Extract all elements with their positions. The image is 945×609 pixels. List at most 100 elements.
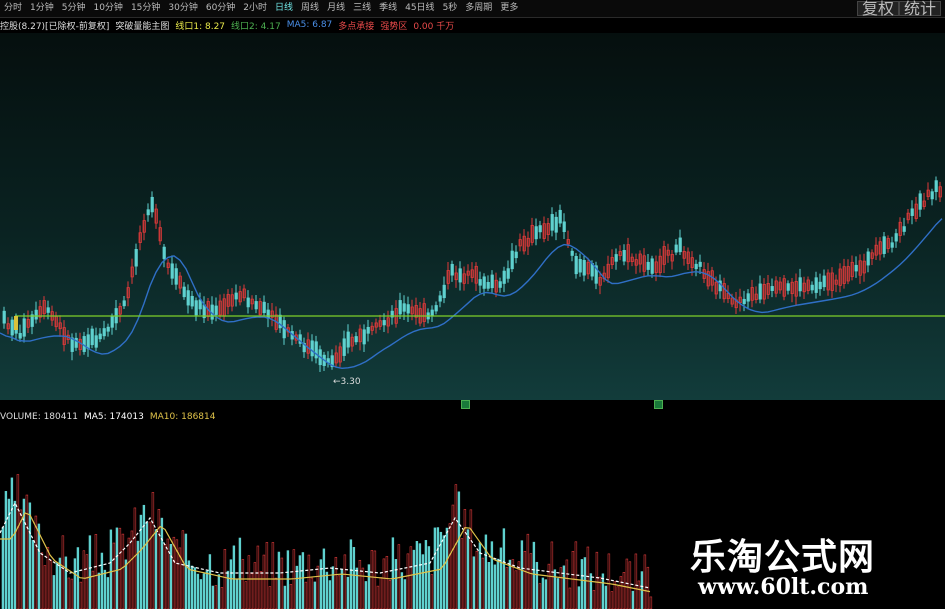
price-chart-panel[interactable] bbox=[0, 33, 945, 400]
line1-value: 线口1: 8.27 bbox=[175, 21, 226, 32]
toolbar-button[interactable]: 统计 bbox=[898, 1, 941, 17]
volume-bar bbox=[418, 543, 422, 609]
price-chart[interactable] bbox=[0, 33, 945, 400]
candle-body bbox=[46, 307, 50, 313]
volume-bar bbox=[235, 578, 239, 609]
volume-bar bbox=[358, 559, 362, 609]
period-tab[interactable]: 45日线 bbox=[401, 0, 438, 17]
period-tab[interactable]: 月线 bbox=[323, 0, 349, 17]
candle-body bbox=[234, 292, 238, 300]
volume-bar bbox=[382, 558, 386, 609]
volume-bar bbox=[52, 575, 56, 609]
volume-bar bbox=[577, 586, 581, 609]
period-tab[interactable]: 季线 bbox=[375, 0, 401, 17]
candle-body bbox=[106, 326, 110, 332]
period-tab[interactable]: 30分钟 bbox=[164, 0, 201, 17]
candle-body bbox=[398, 300, 402, 315]
volume-bar bbox=[205, 570, 209, 609]
volume-bar bbox=[97, 572, 101, 609]
candle-body bbox=[254, 301, 258, 310]
volume-bar bbox=[4, 491, 8, 609]
indicator-info-bar: 控股(8.27)[已除权-前复权] 突破量能主图 线口1: 8.27 线口2: … bbox=[0, 18, 945, 32]
period-tab[interactable]: 1分钟 bbox=[26, 0, 58, 17]
candle-body bbox=[174, 268, 178, 285]
candle-body bbox=[910, 208, 914, 216]
volume-bar bbox=[484, 534, 488, 609]
volume-bar bbox=[136, 540, 140, 609]
candle-body bbox=[190, 295, 194, 307]
volume-bar bbox=[298, 555, 302, 609]
candle-body bbox=[818, 281, 822, 290]
period-tab[interactable]: 更多 bbox=[496, 0, 522, 17]
volume-bar bbox=[445, 527, 449, 609]
period-tab[interactable]: 10分钟 bbox=[89, 0, 126, 17]
candle-body bbox=[502, 270, 506, 284]
volume-bar bbox=[526, 533, 530, 609]
candle-body bbox=[90, 328, 94, 346]
candle-body bbox=[582, 259, 586, 276]
volume-bar bbox=[241, 559, 245, 609]
volume-bar bbox=[43, 565, 47, 609]
volume-bar bbox=[217, 574, 221, 609]
volume-bar bbox=[145, 521, 149, 609]
volume-bar bbox=[514, 570, 518, 609]
volume-bar bbox=[520, 540, 524, 609]
volume-bar bbox=[412, 549, 416, 609]
volume-bar bbox=[157, 508, 161, 609]
candle-body bbox=[498, 281, 502, 288]
watermark-title: 乐淘公式网 bbox=[690, 536, 876, 578]
volume-bar bbox=[259, 571, 263, 609]
volume-bar bbox=[334, 556, 338, 609]
volume-bar bbox=[325, 571, 329, 609]
volume-bar bbox=[427, 546, 431, 609]
period-tab[interactable]: 2小时 bbox=[239, 0, 271, 17]
volume-bar bbox=[592, 590, 596, 609]
period-tab[interactable]: 多周期 bbox=[461, 0, 496, 17]
volume-bar bbox=[400, 572, 404, 609]
candle-body bbox=[478, 279, 482, 286]
signal-marker[interactable] bbox=[461, 400, 470, 409]
volume-bar bbox=[553, 569, 557, 609]
volume-bar bbox=[70, 578, 74, 609]
volume-bar bbox=[496, 558, 500, 609]
volume-bar bbox=[202, 573, 206, 609]
stock-name[interactable]: 控股(8.27)[已除权-前复权] bbox=[0, 19, 109, 32]
candle-body bbox=[22, 318, 26, 337]
volume-bar bbox=[130, 530, 134, 609]
volume-bar bbox=[541, 577, 545, 609]
indicator-name[interactable]: 突破量能主图 bbox=[115, 19, 169, 32]
volume-bar bbox=[85, 554, 89, 609]
period-tab[interactable]: 60分钟 bbox=[202, 0, 239, 17]
candle-body bbox=[434, 305, 438, 312]
volume-bar bbox=[448, 523, 452, 609]
period-tab[interactable]: 分时 bbox=[0, 0, 26, 17]
volume-bar bbox=[199, 579, 203, 609]
period-tab[interactable]: 5秒 bbox=[439, 0, 462, 17]
period-tab[interactable]: 周线 bbox=[297, 0, 323, 17]
volume-bar bbox=[64, 556, 68, 609]
volume-bar bbox=[649, 596, 653, 609]
volume-bar bbox=[322, 548, 326, 609]
volume-bar bbox=[79, 581, 83, 609]
candle-body bbox=[70, 337, 74, 352]
volume-bar bbox=[529, 553, 533, 609]
period-toolbar: 分时 1分钟 5分钟 10分钟 15分钟 30分钟 60分钟 2小时 日线 周线 月线 三线 季线 45日… bbox=[0, 0, 945, 18]
period-tab[interactable]: 5分钟 bbox=[58, 0, 90, 17]
candle-body bbox=[366, 326, 370, 334]
candle-body bbox=[574, 255, 578, 275]
volume-bar bbox=[589, 573, 593, 609]
toolbar-button[interactable]: 复权 bbox=[856, 1, 899, 17]
signal-marker[interactable] bbox=[654, 400, 663, 409]
period-tab[interactable]: 日线 bbox=[271, 0, 297, 17]
volume-bar bbox=[475, 550, 479, 609]
volume-bar bbox=[34, 515, 38, 609]
period-tab[interactable]: 三线 bbox=[349, 0, 375, 17]
candle-body bbox=[458, 268, 462, 283]
candle-body bbox=[110, 316, 114, 328]
volume-bar bbox=[28, 502, 32, 609]
volume-bar bbox=[220, 587, 224, 609]
candle-body bbox=[198, 299, 202, 310]
volume-bar bbox=[103, 569, 107, 609]
period-tab[interactable]: 15分钟 bbox=[127, 0, 164, 17]
volume-bar bbox=[76, 547, 80, 609]
